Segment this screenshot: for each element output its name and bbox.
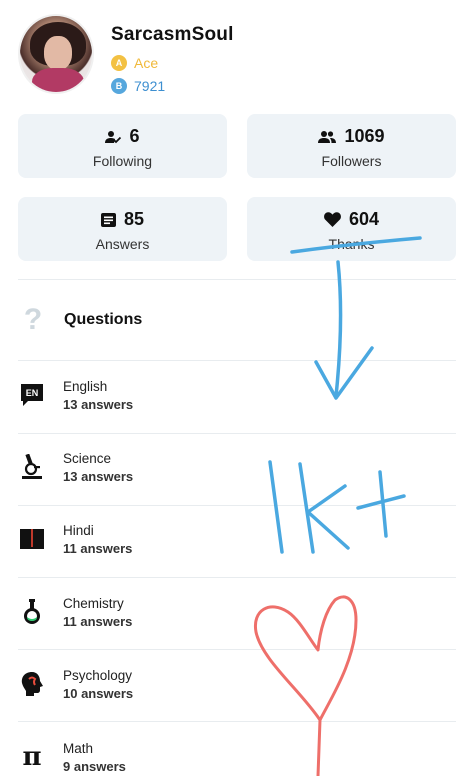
subject-answer-count: 9 answers — [63, 758, 126, 774]
subject-name: Psychology — [63, 667, 133, 683]
avatar[interactable] — [18, 14, 94, 94]
divider — [18, 279, 456, 280]
subject-name: Science — [63, 450, 112, 466]
answers-count: 85 — [123, 209, 145, 229]
followers-icon — [318, 130, 337, 143]
username[interactable]: SarcasmSoul — [111, 24, 234, 46]
flask-icon — [18, 598, 46, 626]
points-coin-icon: B — [111, 78, 127, 94]
subject-row-english[interactable]: EN English 13 answers — [18, 369, 456, 421]
microscope-icon — [18, 453, 46, 481]
pi-symbol: π — [22, 742, 42, 772]
divider — [18, 505, 456, 506]
divider — [18, 721, 456, 722]
profile-header: SarcasmSoul A Ace B 7921 — [0, 0, 474, 105]
answers-card[interactable]: 85 Answers — [18, 197, 227, 261]
divider — [18, 360, 456, 361]
rank-row: A Ace — [111, 54, 158, 72]
subject-row-science[interactable]: Science 13 answers — [18, 441, 456, 493]
following-label: Following — [92, 153, 153, 169]
following-card[interactable]: 6 Following — [18, 114, 227, 178]
subject-answer-count: 11 answers — [63, 613, 133, 629]
subject-row-hindi[interactable]: Hindi 11 answers — [18, 513, 456, 565]
avatar-body — [32, 68, 84, 92]
divider — [18, 649, 456, 650]
divider — [18, 577, 456, 578]
english-badge-text: EN — [26, 388, 39, 398]
followers-label: Followers — [321, 153, 382, 169]
questions-header[interactable]: ? Questions — [18, 295, 456, 345]
thanks-count: 604 — [348, 209, 380, 229]
points-value: 7921 — [134, 78, 166, 94]
subject-answer-count: 10 answers — [63, 685, 134, 701]
subject-answer-count: 11 answers — [63, 540, 133, 556]
question-mark-icon: ? — [23, 303, 43, 336]
answers-icon — [100, 212, 116, 227]
followers-count: 1069 — [344, 126, 385, 146]
avatar-face — [44, 36, 72, 70]
followers-card[interactable]: 1069 Followers — [247, 114, 456, 178]
subject-name: Chemistry — [63, 595, 124, 611]
subject-name: English — [63, 378, 108, 394]
subject-row-psychology[interactable]: Psychology 10 answers — [18, 658, 456, 710]
psychology-head-icon — [18, 670, 46, 698]
english-icon: EN — [18, 381, 46, 409]
divider — [18, 433, 456, 434]
subject-name: Math — [63, 740, 94, 756]
annotation-plus-horizontal — [356, 494, 406, 510]
answers-label: Answers — [95, 236, 150, 252]
subject-answer-count: 13 answers — [63, 468, 134, 484]
heart-icon — [324, 212, 341, 227]
ace-rank-icon: A — [111, 55, 127, 71]
book-icon — [18, 525, 46, 553]
subject-row-math[interactable]: π Math 9 answers — [18, 731, 456, 776]
thanks-label: Thanks — [328, 236, 375, 252]
subject-answer-count: 13 answers — [63, 396, 134, 412]
following-count: 6 — [129, 126, 140, 146]
questions-label: Questions — [64, 311, 143, 328]
points-row: B 7921 — [111, 77, 165, 95]
pi-icon: π — [18, 742, 46, 772]
following-icon — [105, 130, 122, 144]
rank-label: Ace — [134, 55, 159, 71]
subject-name: Hindi — [63, 522, 94, 538]
thanks-card[interactable]: 604 Thanks — [247, 197, 456, 261]
subject-row-chemistry[interactable]: Chemistry 11 answers — [18, 586, 456, 638]
